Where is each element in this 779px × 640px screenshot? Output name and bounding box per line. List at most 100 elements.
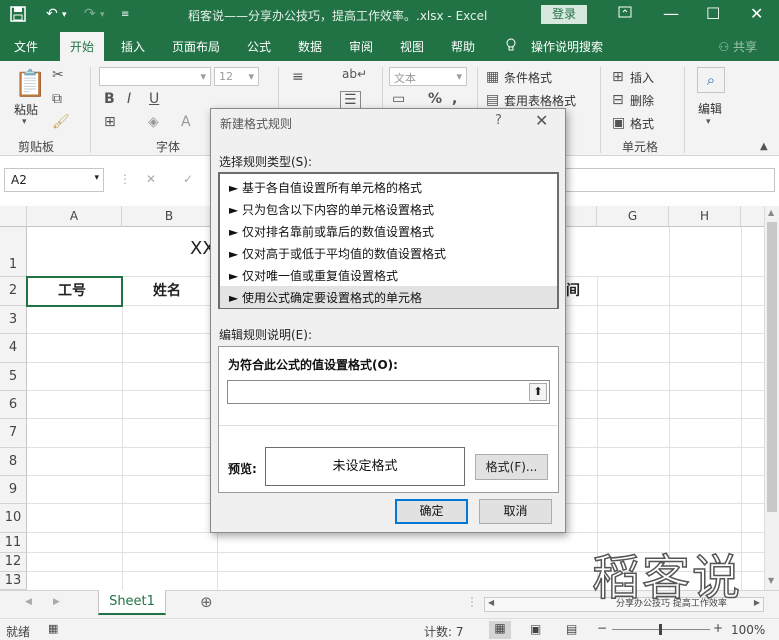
login-button[interactable]: 登录 (541, 5, 587, 24)
minimize-icon[interactable]: — (663, 4, 679, 23)
save-icon[interactable] (10, 6, 26, 26)
list-item[interactable]: ► 只为包含以下内容的单元格设置格式 (220, 198, 557, 220)
tab-view[interactable]: 视图 (400, 38, 424, 55)
help-icon[interactable]: ? (495, 113, 502, 128)
tell-me-search[interactable]: 操作说明搜索 (531, 38, 603, 55)
accounting-icon[interactable]: ▭ (392, 91, 405, 107)
wrap-text-icon[interactable]: ab↵ (342, 67, 367, 81)
row-header[interactable]: 2 (0, 277, 27, 306)
row-header[interactable]: 4 (0, 334, 27, 363)
collapse-ribbon-icon[interactable]: ▲ (760, 141, 768, 152)
zoom-level[interactable]: 100% (731, 623, 765, 637)
align-top-icon[interactable]: ≡ (292, 69, 304, 85)
tab-page-layout[interactable]: 页面布局 (172, 38, 220, 55)
edit-dropdown-icon[interactable]: ▾ (706, 117, 711, 127)
fill-color-icon[interactable]: ◈ (148, 114, 159, 130)
row-header[interactable]: 11 (0, 533, 27, 553)
rule-type-list[interactable]: ► 基于各自值设置所有单元格的格式 ► 只为包含以下内容的单元格设置格式 ► 仅… (218, 172, 559, 309)
border-icon[interactable]: ⊞ (104, 114, 116, 130)
column-header[interactable]: B (122, 206, 217, 227)
edit-button[interactable]: 编辑 (698, 100, 722, 117)
font-size-input[interactable]: 12 ▾ (214, 67, 259, 86)
font-color-button[interactable]: A (181, 114, 191, 130)
collapse-dialog-icon[interactable]: ⬆ (529, 383, 547, 401)
add-sheet-icon[interactable]: ⊕ (200, 593, 213, 611)
maximize-icon[interactable]: ☐ (706, 4, 720, 23)
row-header[interactable]: 12 (0, 553, 27, 572)
name-box[interactable]: A2 ▾ (4, 168, 104, 192)
zoom-slider-thumb[interactable] (659, 624, 662, 635)
tab-data[interactable]: 数据 (298, 38, 322, 55)
paste-button-label[interactable]: 粘贴 (14, 101, 38, 118)
prev-sheet-icon[interactable]: ◀ (25, 597, 32, 607)
column-header[interactable]: G (597, 206, 669, 227)
list-item[interactable]: ► 仅对高于或低于平均值的数值设置格式 (220, 242, 557, 264)
search-icon[interactable]: ⌕ (697, 67, 725, 93)
ok-button[interactable]: 确定 (395, 499, 468, 524)
cancel-button[interactable]: 取消 (479, 499, 552, 524)
tab-home[interactable]: 开始 (60, 32, 105, 61)
scroll-down-icon[interactable]: ▼ (768, 576, 774, 585)
number-format-select[interactable]: 文本 ▾ (389, 67, 467, 86)
tab-file[interactable]: 文件 (14, 38, 38, 55)
next-sheet-icon[interactable]: ▶ (53, 597, 60, 607)
comma-button[interactable]: , (452, 91, 457, 107)
zoom-in-icon[interactable]: + (713, 621, 723, 635)
tab-help[interactable]: 帮助 (451, 38, 475, 55)
confirm-formula-icon[interactable]: ✓ (183, 172, 193, 186)
cancel-formula-icon[interactable]: ✕ (146, 172, 156, 186)
redo-icon[interactable]: ↷ (84, 6, 96, 22)
row-header[interactable]: 7 (0, 419, 27, 448)
merge-center-icon[interactable]: ☰ (340, 91, 361, 109)
ribbon-display-icon[interactable] (618, 4, 632, 23)
tab-review[interactable]: 审阅 (349, 38, 373, 55)
scroll-thumb[interactable] (767, 222, 777, 512)
row-header[interactable]: 9 (0, 476, 27, 504)
row-header[interactable]: 13 (0, 572, 27, 590)
conditional-format-button[interactable]: 条件格式 (504, 69, 552, 86)
format-button[interactable]: 格式(F)... (475, 454, 548, 480)
row-header[interactable]: 8 (0, 448, 27, 476)
page-break-icon[interactable]: ▤ (566, 622, 577, 636)
customize-qa-icon[interactable]: ≡ (121, 9, 129, 20)
undo-dropdown-icon[interactable]: ▾ (62, 10, 67, 20)
macro-record-icon[interactable]: ▦ (48, 622, 58, 635)
row-header[interactable]: 6 (0, 391, 27, 419)
select-all-corner[interactable] (0, 206, 27, 227)
row-header[interactable]: 3 (0, 306, 27, 334)
page-layout-icon[interactable]: ▣ (530, 622, 541, 636)
table-format-button[interactable]: 套用表格格式 (504, 92, 576, 109)
paste-dropdown-icon[interactable]: ▾ (22, 117, 27, 127)
close-icon[interactable]: ✕ (535, 111, 548, 130)
column-header[interactable]: A (27, 206, 122, 227)
list-item-selected[interactable]: ► 使用公式确定要设置格式的单元格 (220, 286, 557, 308)
list-item[interactable]: ► 基于各自值设置所有单元格的格式 (220, 176, 557, 198)
redo-dropdown-icon[interactable]: ▾ (100, 10, 105, 20)
bold-button[interactable]: B (104, 91, 115, 107)
row-header[interactable]: 1 (0, 227, 27, 277)
paste-icon[interactable]: 📋 (14, 69, 46, 99)
row-header[interactable]: 5 (0, 363, 27, 391)
tab-insert[interactable]: 插入 (121, 38, 145, 55)
format-cells-button[interactable]: 格式 (630, 115, 654, 132)
scroll-up-icon[interactable]: ▲ (768, 208, 774, 217)
vertical-scrollbar[interactable]: ▲ ▼ (764, 206, 779, 590)
underline-button[interactable]: U (149, 91, 159, 107)
format-painter-icon[interactable]: 🖌 (52, 114, 70, 130)
tab-formulas[interactable]: 公式 (247, 38, 271, 55)
insert-cells-button[interactable]: 插入 (630, 69, 654, 86)
delete-cells-button[interactable]: 删除 (630, 92, 654, 109)
close-icon[interactable]: ✕ (750, 4, 763, 23)
row-header[interactable]: 10 (0, 504, 27, 533)
zoom-out-icon[interactable]: − (597, 621, 607, 635)
copy-icon[interactable]: ⧉ (52, 91, 62, 107)
font-name-input[interactable]: ▾ (99, 67, 211, 86)
scroll-right-icon[interactable]: ▶ (754, 598, 760, 607)
percent-button[interactable]: % (428, 91, 442, 107)
normal-view-icon[interactable]: ▦ (489, 621, 511, 639)
column-header[interactable]: H (669, 206, 741, 227)
list-item[interactable]: ► 仅对唯一值或重复值设置格式 (220, 264, 557, 286)
list-item[interactable]: ► 仅对排名靠前或靠后的数值设置格式 (220, 220, 557, 242)
scroll-left-icon[interactable]: ◀ (488, 598, 494, 607)
share-button[interactable]: ⚇ 共享 (718, 38, 757, 55)
